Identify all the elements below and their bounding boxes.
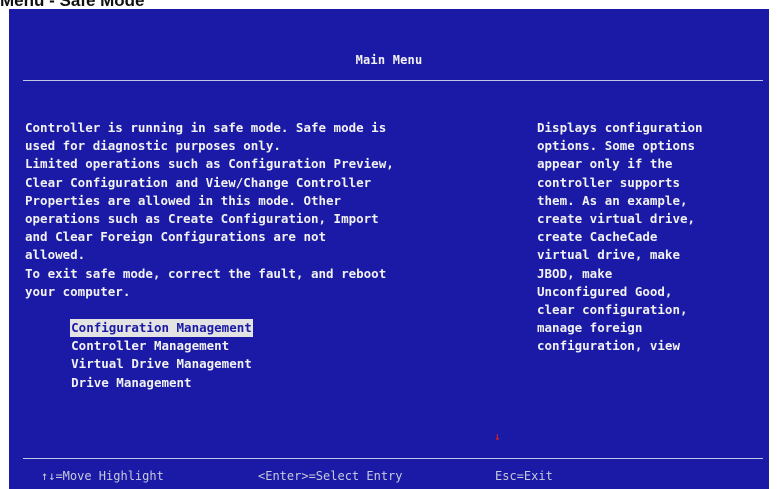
title-divider (23, 80, 763, 81)
bios-screen: Main Menu Controller is running in safe … (9, 9, 769, 489)
help-line: create CacheCade (537, 229, 658, 245)
help-line: create virtual drive, (537, 210, 696, 226)
message-line: Controller is running in safe mode. Safe… (25, 120, 387, 135)
footer-divider (23, 458, 763, 459)
menu-item-virtual-drive-management[interactable]: Virtual Drive Management (70, 355, 253, 373)
help-line: controller supports (537, 174, 680, 190)
help-line: options. Some options (537, 138, 696, 154)
hotkey-select-entry: <Enter>=Select Entry (258, 469, 403, 483)
message-line: operations such as Create Configuration,… (25, 210, 379, 226)
message-line: Clear Configuration and View/Change Cont… (25, 174, 372, 190)
help-line: JBOD, make (537, 265, 613, 281)
help-line: configuration, view (537, 338, 680, 354)
message-line: allowed. (25, 247, 86, 263)
scroll-down-icon[interactable]: ↓ (494, 430, 501, 443)
page-title: Main Menu (355, 53, 423, 67)
menu-item-controller-management[interactable]: Controller Management (70, 337, 230, 355)
help-line: Unconfigured Good, (537, 283, 673, 299)
help-line: appear only if the (537, 156, 673, 172)
help-line: manage foreign (537, 320, 643, 336)
help-line: clear configuration, (537, 301, 688, 317)
main-pane: Controller is running in safe mode. Safe… (25, 119, 530, 390)
hotkey-move-highlight: ↑↓=Move Highlight (41, 469, 164, 483)
menu-item-drive-management[interactable]: Drive Management (70, 374, 192, 392)
message-line: your computer. (25, 283, 131, 299)
hotkey-exit: Esc=Exit (495, 469, 553, 483)
menu-item-configuration-management[interactable]: Configuration Management (70, 319, 253, 338)
help-line: Displays configuration (537, 120, 703, 135)
message-line: Limited operations such as Configuration… (25, 156, 394, 172)
message-line: and Clear Foreign Configurations are not (25, 229, 327, 245)
message-line: To exit safe mode, correct the fault, an… (25, 265, 387, 281)
help-pane: Displays configuration options. Some opt… (537, 119, 762, 355)
message-line: used for diagnostic purposes only. (25, 138, 281, 154)
help-line: virtual drive, make (537, 247, 680, 263)
message-line: Properties are allowed in this mode. Oth… (25, 192, 342, 208)
menu-row: Configuration Management (25, 301, 530, 338)
help-line: them. As an example, (537, 192, 688, 208)
